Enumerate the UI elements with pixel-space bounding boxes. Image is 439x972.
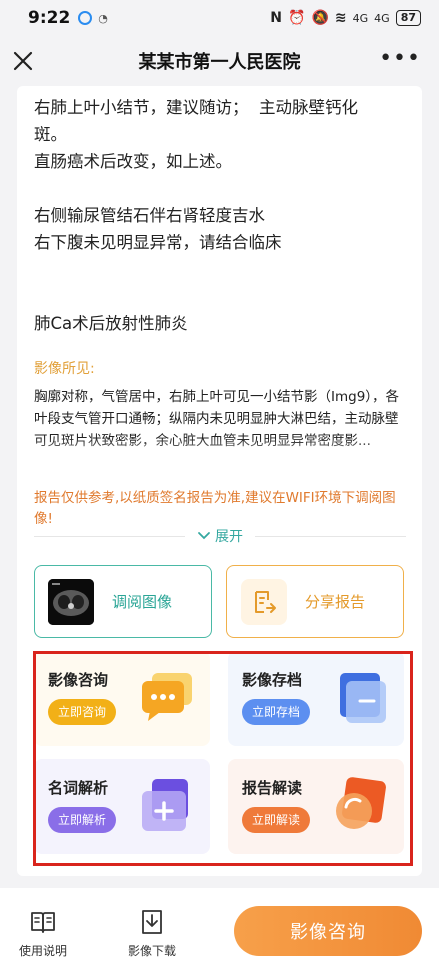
divider — [34, 535, 185, 537]
conclusion-line — [34, 175, 406, 202]
wifi-icon: ≋ — [334, 10, 347, 26]
chevron-down-icon — [198, 532, 210, 540]
nfc-icon: N — [270, 10, 283, 26]
signal-2-icon: 4G — [374, 11, 390, 25]
expand-row: 展开 — [34, 526, 406, 546]
findings-fade — [34, 438, 406, 472]
signal-1-icon: 4G — [352, 11, 369, 25]
alarm-icon: ⏰ — [288, 10, 306, 26]
highlight-box — [33, 651, 413, 866]
conclusion-line: 右下腹未见明显异常，请结合临床 — [34, 233, 282, 252]
download-icon — [142, 910, 162, 934]
expand-button[interactable]: 展开 — [185, 526, 255, 546]
battery-icon: 87 — [395, 10, 421, 26]
view-images-label: 调阅图像 — [112, 593, 173, 611]
more-icon[interactable]: ••• — [379, 48, 421, 70]
conclusion-line: 肺Ca术后放射性肺炎 — [34, 314, 188, 333]
share-report-button[interactable]: 分享报告 — [226, 565, 404, 638]
conclusion-line: 斑。 — [34, 125, 67, 144]
download-button[interactable]: 影像下载 — [112, 908, 192, 959]
notification-icon: ◔ — [98, 11, 108, 25]
manual-button[interactable]: 使用说明 — [3, 908, 83, 959]
report-conclusion: 右肺上叶小结节，建议随访； 主动脉壁钙化 斑。 直肠癌术后改变，如上述。 右侧输… — [34, 94, 406, 337]
findings-label: 影像所见: — [34, 361, 95, 377]
manual-label: 使用说明 — [18, 944, 67, 958]
status-bar: 9:22 ◔ N ⏰ 🔕 ≋ 4G 4G 87 — [0, 0, 439, 36]
expand-label: 展开 — [215, 529, 243, 545]
page-title: 某某市第一人民医院 — [138, 52, 301, 73]
bottom-bar: 使用说明 影像下载 影像咨询 — [0, 888, 439, 972]
close-icon[interactable] — [10, 48, 36, 74]
status-icons: N ⏰ 🔕 ≋ 4G 4G 87 — [270, 10, 421, 26]
conclusion-line — [34, 256, 406, 283]
book-icon — [31, 912, 55, 933]
conclusion-line: 直肠癌术后改变，如上述。 — [34, 152, 232, 171]
divider — [255, 535, 406, 537]
view-images-button[interactable]: 调阅图像 — [34, 565, 212, 638]
report-warning: 报告仅供参考,以纸质签名报告为准,建议在WIFI环境下调阅图像! — [34, 490, 396, 527]
conclusion-line: 右肺上叶小结节，建议随访； 主动脉壁钙化 — [34, 98, 358, 117]
app-status-icon — [78, 11, 93, 25]
ct-thumbnail — [48, 578, 94, 625]
share-report-icon — [241, 578, 287, 625]
mute-icon: 🔕 — [311, 10, 329, 26]
image-consult-button[interactable]: 影像咨询 — [234, 906, 422, 956]
share-report-label: 分享报告 — [305, 593, 366, 611]
conclusion-line — [34, 283, 406, 310]
conclusion-line: 右侧输尿管结石伴右肾轻度吉水 — [34, 206, 265, 225]
download-label: 影像下载 — [127, 944, 176, 958]
status-time: 9:22 — [28, 8, 71, 28]
nav-bar: 某某市第一人民医院 ••• — [0, 36, 439, 86]
